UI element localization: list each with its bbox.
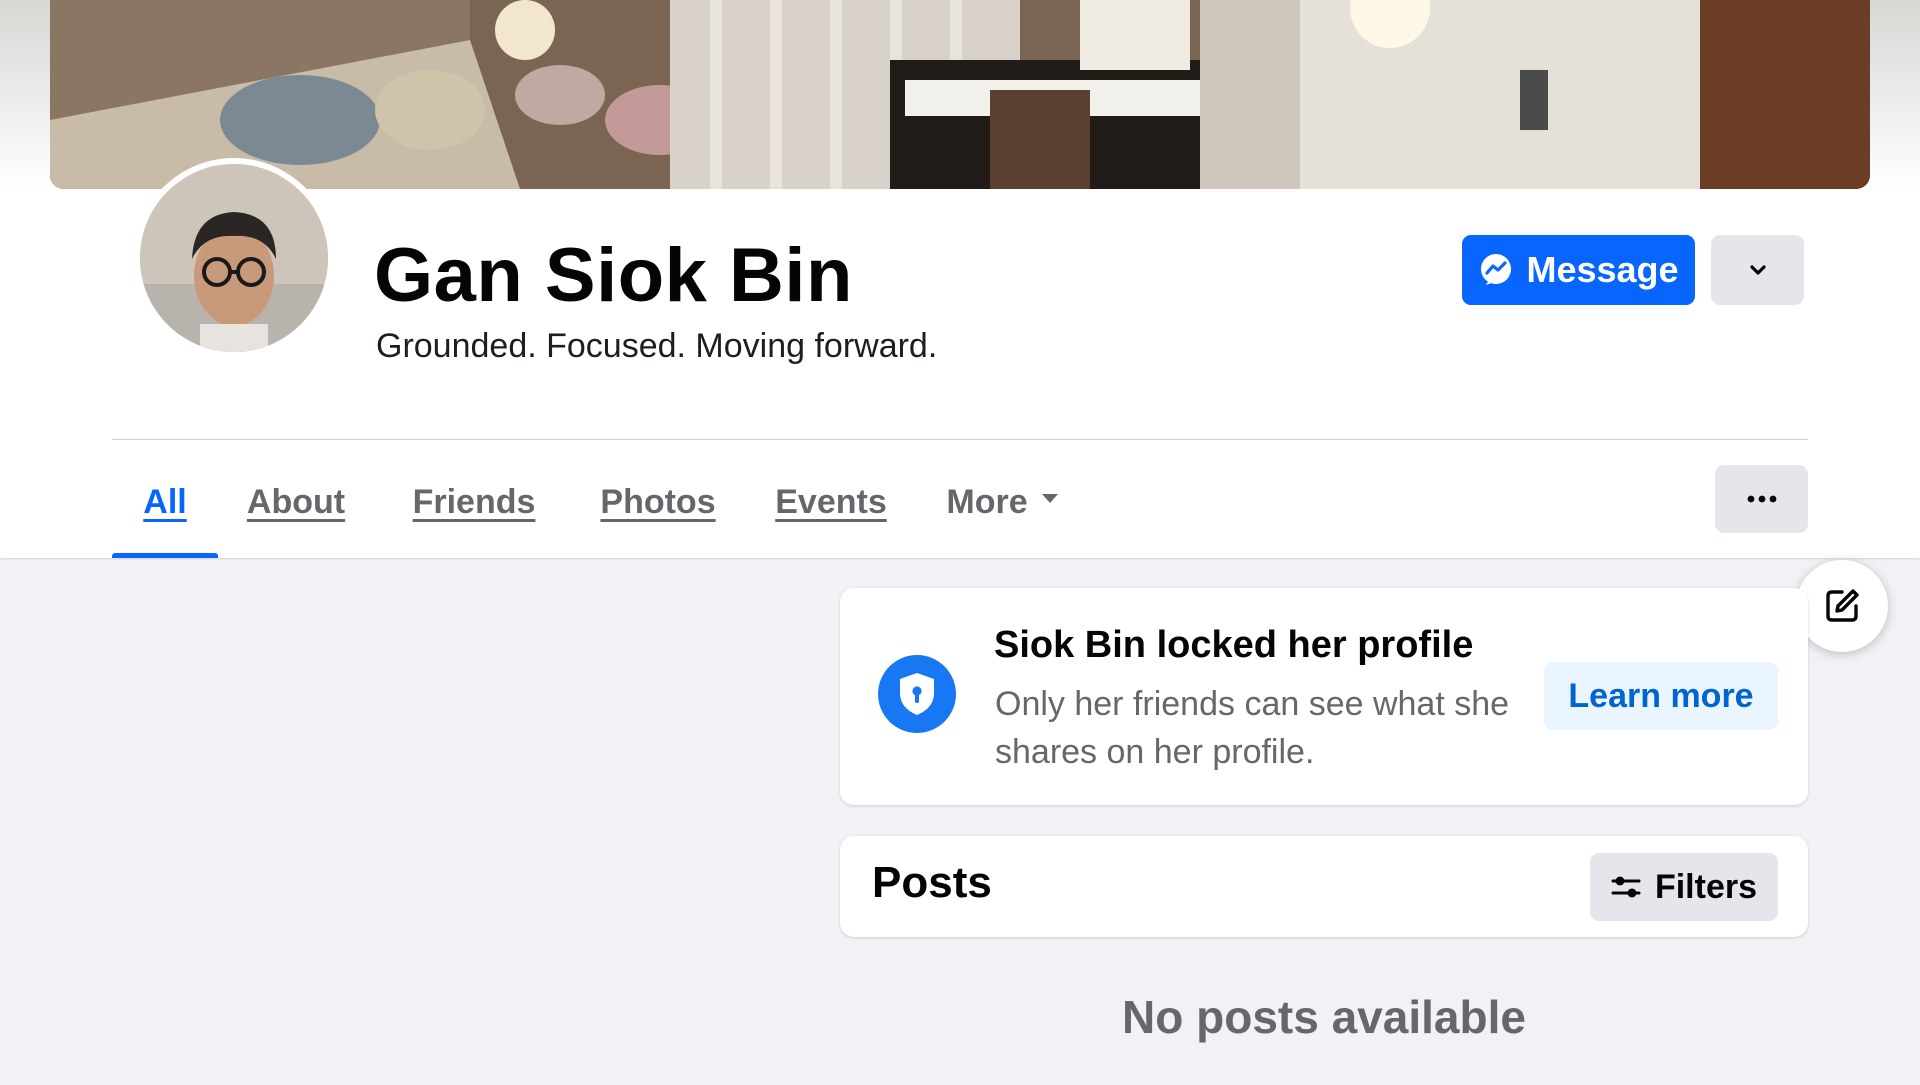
edit-icon — [1826, 589, 1859, 622]
profile-bio: Grounded. Focused. Moving forward. — [376, 327, 938, 365]
message-button[interactable]: Message — [1462, 235, 1695, 305]
sliders-icon — [1611, 876, 1641, 898]
tab-events[interactable]: Events — [766, 446, 896, 558]
avatar-photo — [140, 164, 328, 352]
message-label: Message — [1526, 249, 1679, 290]
tab-about-label: About — [246, 482, 346, 521]
messenger-icon — [1481, 254, 1512, 285]
tab-about[interactable]: About — [236, 446, 356, 558]
tab-photos[interactable]: Photos — [590, 446, 726, 558]
caret-down-icon — [1041, 493, 1058, 503]
empty-posts-message: No posts available — [1122, 991, 1526, 1043]
profile-name: Gan Siok Bin — [374, 233, 853, 318]
tab-friends-label: Friends — [412, 482, 536, 521]
posts-header-card: Posts Filters — [840, 836, 1808, 937]
tab-photos-label: Photos — [600, 482, 716, 521]
tab-more-label: More — [946, 482, 1028, 521]
profile-avatar[interactable] — [134, 158, 334, 358]
profile-header: Gan Siok Bin Grounded. Focused. Moving f… — [0, 0, 1920, 558]
profile-options-dropdown[interactable] — [1711, 235, 1804, 305]
header-divider — [112, 439, 1808, 440]
posts-title: Posts — [872, 858, 992, 907]
locked-profile-title: Siok Bin locked her profile — [994, 624, 1474, 666]
locked-profile-card: Siok Bin locked her profile Only her fri… — [840, 588, 1808, 805]
tab-events-label: Events — [775, 482, 887, 521]
chevron-down-icon — [1749, 265, 1766, 275]
more-options-button[interactable] — [1715, 465, 1808, 533]
shield-lock-glyph — [900, 673, 934, 715]
tab-all[interactable]: All — [112, 446, 218, 558]
filters-button[interactable]: Filters — [1590, 853, 1778, 921]
tab-more[interactable]: More — [932, 446, 1072, 558]
learn-more-button[interactable]: Learn more — [1544, 662, 1778, 730]
compose-button[interactable] — [1796, 560, 1888, 652]
cover-photo-image — [50, 0, 1870, 189]
cover-photo[interactable] — [50, 0, 1870, 189]
ellipsis-icon — [1747, 495, 1776, 503]
locked-profile-description: Only her friends can see what she shares… — [995, 685, 1510, 771]
active-tab-indicator — [112, 553, 218, 558]
avatar-image — [140, 164, 328, 352]
filters-label: Filters — [1654, 867, 1758, 906]
tab-all-label: All — [143, 482, 187, 521]
shield-lock-icon — [878, 655, 956, 733]
tab-friends[interactable]: Friends — [402, 446, 546, 558]
